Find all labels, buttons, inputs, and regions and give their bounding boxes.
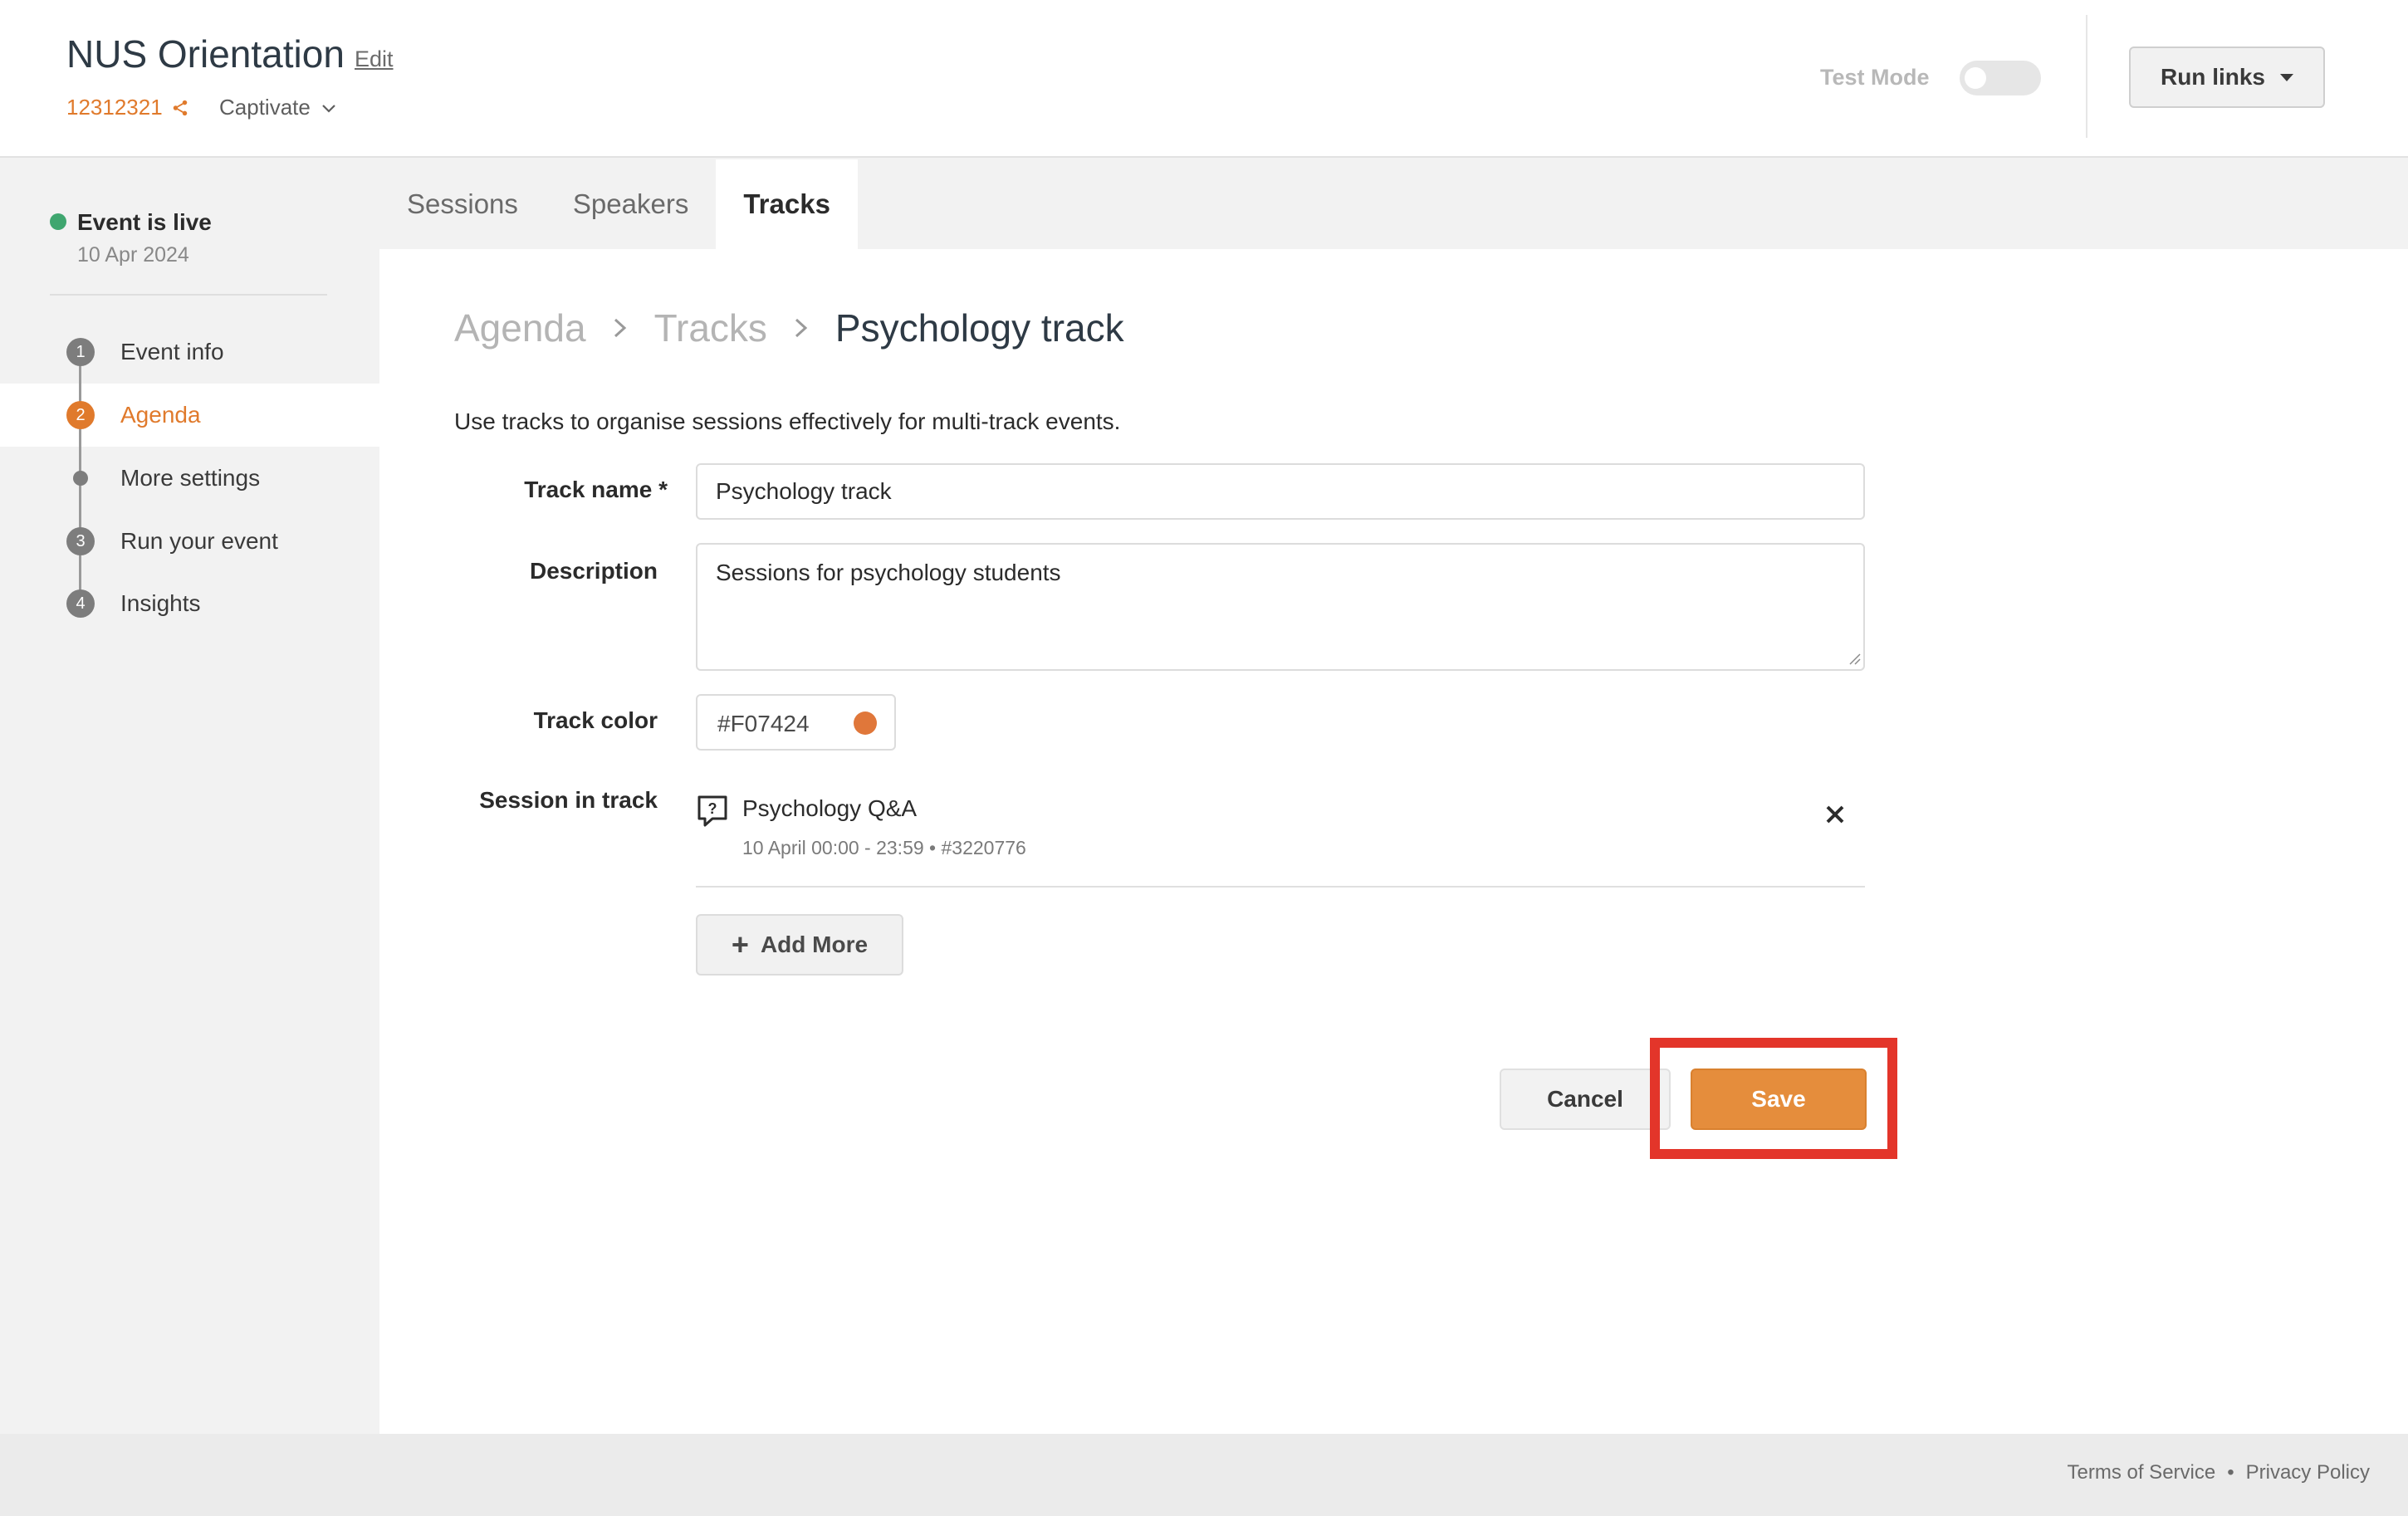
organization-dropdown[interactable]: Captivate bbox=[219, 95, 339, 120]
sidebar-item-more-settings[interactable]: More settings bbox=[0, 447, 379, 510]
tab-tracks[interactable]: Tracks bbox=[716, 159, 858, 249]
sidebar-item-event-info[interactable]: 1 Event info bbox=[0, 320, 379, 384]
sidebar-item-label: Run your event bbox=[120, 528, 278, 554]
svg-text:?: ? bbox=[708, 800, 717, 817]
test-mode-label: Test Mode bbox=[1820, 65, 1930, 90]
sidebar-item-agenda[interactable]: 2 Agenda bbox=[0, 384, 379, 447]
tab-sessions[interactable]: Sessions bbox=[379, 159, 546, 249]
edit-event-link[interactable]: Edit bbox=[355, 46, 394, 72]
sidebar-item-label: Event info bbox=[120, 339, 224, 364]
step-badge: 4 bbox=[66, 589, 95, 618]
caret-down-icon bbox=[2280, 73, 2293, 81]
description-textarea[interactable]: Sessions for psychology students bbox=[696, 543, 1865, 671]
intro-text: Use tracks to organise sessions effectiv… bbox=[454, 408, 1121, 434]
live-status-dot bbox=[50, 213, 66, 230]
event-title: NUS Orientation bbox=[66, 32, 345, 76]
header-divider bbox=[2086, 15, 2087, 138]
privacy-policy-link[interactable]: Privacy Policy bbox=[2246, 1461, 2370, 1484]
sidebar-divider bbox=[50, 294, 327, 296]
chevron-right-icon bbox=[614, 318, 626, 338]
sidebar-item-run-your-event[interactable]: 3 Run your event bbox=[0, 510, 379, 573]
sidebar-item-label: Insights bbox=[120, 590, 201, 616]
plus-icon: + bbox=[731, 927, 749, 961]
event-code: 12312321 bbox=[66, 95, 163, 120]
step-badge: 2 bbox=[66, 401, 95, 429]
footer-separator: • bbox=[2227, 1461, 2234, 1484]
event-code-share[interactable]: 12312321 bbox=[66, 95, 189, 120]
footer-links: Terms of Service • Privacy Policy bbox=[2068, 1461, 2371, 1484]
terms-of-service-link[interactable]: Terms of Service bbox=[2068, 1461, 2216, 1484]
sidebar-item-label: Agenda bbox=[120, 402, 201, 428]
event-status: Event is live bbox=[77, 209, 212, 235]
color-swatch bbox=[854, 712, 877, 735]
agenda-tabs: Sessions Speakers Tracks bbox=[379, 159, 858, 249]
chevron-down-icon bbox=[322, 104, 335, 113]
event-date: 10 Apr 2024 bbox=[77, 243, 189, 267]
track-name-input[interactable] bbox=[696, 463, 1865, 520]
track-color-picker[interactable]: #F07424 bbox=[696, 694, 896, 751]
close-icon[interactable] bbox=[1820, 800, 1850, 829]
track-color-label: Track color bbox=[533, 707, 658, 733]
add-more-button[interactable]: + Add More bbox=[696, 914, 903, 976]
chevron-right-icon bbox=[795, 318, 808, 338]
track-name-label: Track name * bbox=[524, 477, 668, 502]
session-in-track-label: Session in track bbox=[479, 787, 658, 813]
session-name: Psychology Q&A bbox=[742, 795, 918, 821]
tab-speakers[interactable]: Speakers bbox=[546, 159, 716, 249]
step-badge: 3 bbox=[66, 527, 95, 555]
top-header: NUS Orientation Edit 12312321 Captivate … bbox=[0, 0, 2408, 158]
breadcrumb-tracks[interactable]: Tracks bbox=[654, 306, 767, 350]
breadcrumb-current: Psychology track bbox=[834, 306, 1124, 350]
breadcrumb: Agenda Tracks Psychology track bbox=[454, 306, 1124, 350]
sidebar-item-insights[interactable]: 4 Insights bbox=[0, 572, 379, 635]
sidebar-item-label: More settings bbox=[120, 465, 261, 491]
run-links-label: Run links bbox=[2160, 64, 2265, 90]
add-more-label: Add More bbox=[760, 932, 869, 957]
toggle-knob bbox=[1965, 67, 1986, 89]
resize-handle-icon[interactable] bbox=[1848, 653, 1862, 666]
organization-name: Captivate bbox=[219, 95, 311, 120]
footer bbox=[0, 1434, 2408, 1516]
breadcrumb-agenda[interactable]: Agenda bbox=[454, 306, 586, 350]
substep-dot bbox=[73, 471, 88, 486]
session-divider bbox=[696, 886, 1865, 888]
run-links-button[interactable]: Run links bbox=[2129, 46, 2325, 108]
description-label: Description bbox=[529, 558, 658, 584]
save-button[interactable]: Save bbox=[1691, 1069, 1867, 1130]
test-mode-toggle[interactable] bbox=[1960, 61, 2041, 95]
session-meta: 10 April 00:00 - 23:59 • #3220776 bbox=[742, 837, 1026, 858]
question-bubble-icon: ? bbox=[697, 795, 727, 827]
step-badge: 1 bbox=[66, 338, 95, 366]
share-icon bbox=[173, 100, 187, 115]
cancel-button[interactable]: Cancel bbox=[1500, 1069, 1671, 1130]
track-color-value: #F07424 bbox=[717, 711, 810, 736]
